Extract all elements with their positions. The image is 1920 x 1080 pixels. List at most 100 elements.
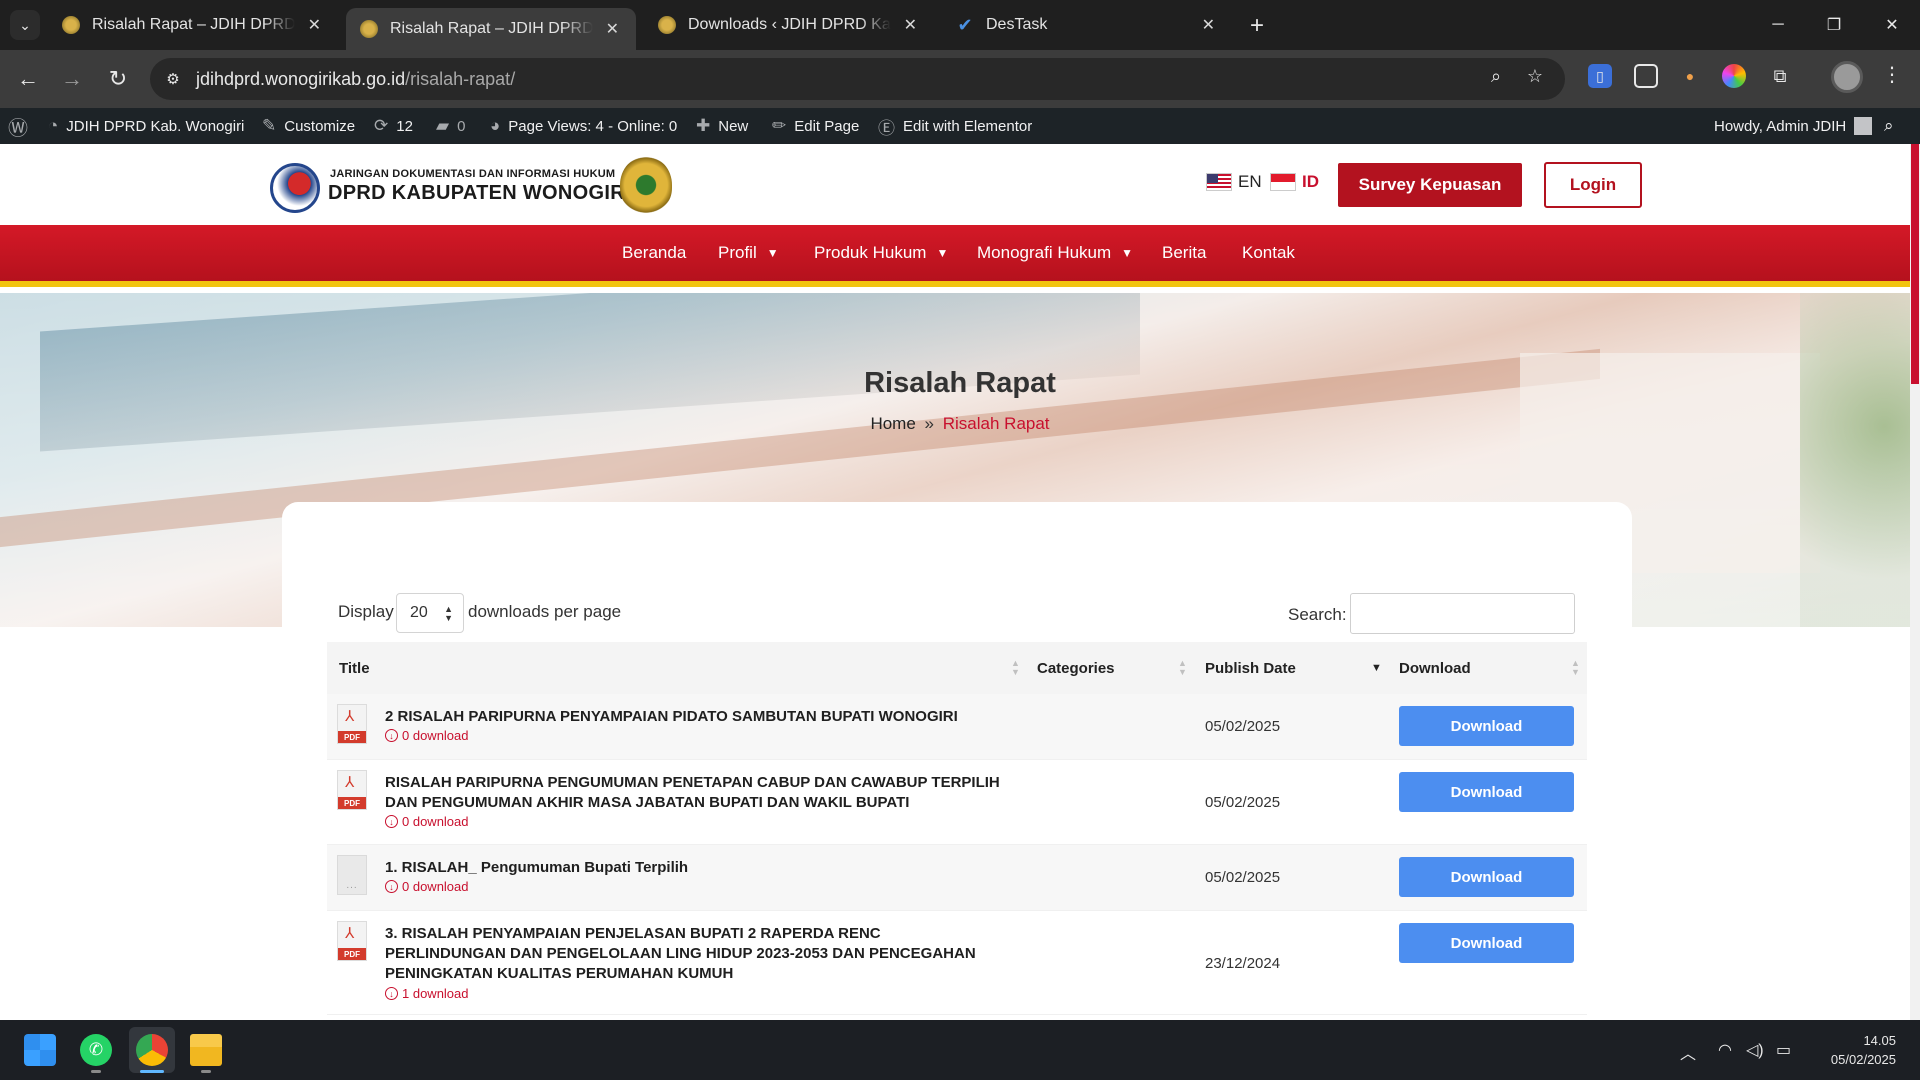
bookmark-star-icon[interactable]: ☆ — [1522, 66, 1548, 87]
wonogiri-seal-icon — [620, 156, 672, 214]
tab-search-button[interactable]: ⌄ — [10, 10, 40, 40]
browser-menu-icon[interactable]: ⋮ — [1882, 62, 1902, 87]
jdih-globe-logo-icon[interactable] — [270, 163, 320, 213]
download-count: ↓ 0 download — [385, 879, 469, 894]
browser-tab-active[interactable]: Risalah Rapat – JDIH DPRD Kab. Wonogiri … — [346, 8, 636, 50]
admin-account[interactable]: Howdy, Admin JDIH — [1714, 108, 1873, 144]
extension-color-icon[interactable] — [1722, 64, 1746, 88]
profile-avatar[interactable] — [1831, 61, 1863, 93]
nav-item-produk-hukum[interactable]: Produk Hukum ▼ — [814, 225, 948, 281]
chart-pie-icon: ◕ — [490, 116, 501, 135]
document-title-link[interactable]: 3. RISALAH PENYAMPAIAN PENJELASAN BUPATI… — [385, 924, 1005, 984]
document-title-link[interactable]: 2 RISALAH PARIPURNA PENYAMPAIAN PIDATO S… — [385, 707, 1005, 727]
nav-item-beranda[interactable]: Beranda — [622, 225, 686, 281]
download-button[interactable]: Download — [1399, 923, 1574, 963]
download-button[interactable]: Download — [1399, 706, 1574, 746]
chrome-icon[interactable] — [136, 1034, 168, 1066]
file-explorer-icon[interactable] — [190, 1034, 222, 1066]
table-row: ⅄ PDF RISALAH PARIPURNA PENGUMUMAN PENETA… — [327, 760, 1587, 845]
volume-icon[interactable]: ◁) — [1746, 1040, 1764, 1060]
zoom-icon[interactable]: ⌕ — [1483, 66, 1509, 87]
address-bar[interactable]: ⚙ jdihdprd.wonogirikab.go.id/risalah-rap… — [150, 58, 1565, 100]
extension-docs-icon[interactable]: ▯ — [1588, 64, 1612, 88]
admin-site-name[interactable]: ◔ JDIH DPRD Kab. Wonogiri — [48, 108, 244, 144]
nav-item-kontak[interactable]: Kontak — [1242, 225, 1295, 281]
admin-edit-page[interactable]: ✏ Edit Page — [772, 108, 859, 144]
close-icon[interactable]: ✕ — [603, 19, 622, 39]
taskbar-clock[interactable]: 14.05 05/02/2025 — [1800, 1031, 1896, 1069]
dashboard-icon: ◔ — [48, 116, 59, 135]
pencil-icon: ✏ — [772, 116, 787, 135]
close-icon[interactable]: ✕ — [305, 15, 324, 35]
download-button[interactable]: Download — [1399, 857, 1574, 897]
admin-comments[interactable]: ▰ 0 — [436, 108, 465, 144]
generic-file-icon: ... — [337, 855, 367, 895]
login-button[interactable]: Login — [1544, 162, 1642, 208]
logo-title[interactable]: DPRD KABUPATEN WONOGIRI — [328, 182, 631, 205]
site-favicon-icon — [658, 16, 676, 34]
reload-icon[interactable]: ↻ — [102, 63, 134, 95]
admin-updates[interactable]: ⟳ 12 — [374, 108, 413, 144]
column-title[interactable]: Title — [339, 642, 370, 694]
browser-tab[interactable]: Downloads ‹ JDIH DPRD Kab. Wonogiri ✕ — [644, 8, 934, 42]
chevron-down-icon: ▼ — [936, 246, 949, 260]
browser-tab[interactable]: ✔ DesTask ✕ — [942, 8, 1232, 42]
minimize-icon[interactable]: ─ — [1750, 0, 1806, 50]
download-count: ↓ 0 download — [385, 728, 469, 743]
breadcrumb-current: Risalah Rapat — [942, 414, 1050, 433]
elementor-icon: Ⓔ — [878, 118, 895, 138]
tab-title: Downloads ‹ JDIH DPRD Kab. Wonogiri — [688, 16, 891, 33]
download-circle-icon: ↓ — [385, 880, 398, 893]
site-info-icon[interactable]: ⚙ — [160, 66, 186, 92]
extension-window-icon[interactable] — [1634, 64, 1658, 88]
logo-tagline: JARINGAN DOKUMENTASI DAN INFORMASI HUKUM — [330, 168, 616, 180]
nav-item-berita[interactable]: Berita — [1162, 225, 1206, 281]
close-icon[interactable]: ✕ — [1199, 15, 1218, 35]
chevron-down-icon: ▼ — [1121, 246, 1134, 260]
publish-date: 05/02/2025 — [1205, 869, 1281, 886]
table-row: ⅄ PDF 3. RISALAH PENYAMPAIAN PENJELASAN B… — [327, 911, 1587, 1015]
publish-date: 23/12/2024 — [1205, 955, 1281, 972]
restore-icon[interactable]: ❐ — [1806, 0, 1862, 50]
admin-customize[interactable]: ✎ Customize — [262, 108, 355, 144]
extension-pill-icon[interactable]: ● — [1678, 64, 1702, 88]
document-title-link[interactable]: 1. RISALAH_ Pengumuman Bupati Terpilih — [385, 858, 1005, 878]
admin-page-views[interactable]: ◕ Page Views: 4 - Online: 0 — [490, 108, 677, 144]
document-title-link[interactable]: RISALAH PARIPURNA PENGUMUMAN PENETAPAN C… — [385, 773, 1005, 813]
window-close-icon[interactable]: ✕ — [1864, 0, 1920, 50]
back-icon[interactable]: ← — [12, 63, 44, 95]
browser-tab[interactable]: Risalah Rapat – JDIH DPRD Kab. Wonogiri … — [48, 8, 338, 42]
windows-taskbar — [0, 1020, 1920, 1080]
forward-icon[interactable]: → — [56, 63, 88, 95]
admin-search-icon[interactable]: ⌕ — [1884, 108, 1902, 144]
search-input[interactable] — [1350, 593, 1575, 634]
per-page-select[interactable]: 20 ▲ ▼ — [396, 593, 464, 633]
column-publish-date[interactable]: Publish Date — [1205, 642, 1296, 694]
nav-item-monografi-hukum[interactable]: Monografi Hukum ▼ — [977, 225, 1133, 281]
wordpress-logo-icon[interactable]: Ⓦ — [8, 108, 36, 144]
download-button[interactable]: Download — [1399, 772, 1574, 812]
close-icon[interactable]: ✕ — [901, 15, 920, 35]
battery-icon[interactable]: ▭ — [1776, 1040, 1791, 1060]
admin-edit-elementor[interactable]: Ⓔ Edit with Elementor — [878, 108, 1032, 144]
whatsapp-icon[interactable]: ✆ — [80, 1034, 112, 1066]
per-page-label: downloads per page — [468, 602, 622, 621]
site-header: JARINGAN DOKUMENTASI DAN INFORMASI HUKUM… — [0, 144, 1920, 225]
breadcrumb-home[interactable]: Home — [870, 414, 915, 433]
wifi-icon[interactable]: ◠ — [1718, 1040, 1732, 1060]
admin-new[interactable]: ✚ New — [696, 108, 748, 144]
language-en[interactable]: EN — [1206, 172, 1262, 192]
column-download[interactable]: Download — [1399, 642, 1471, 694]
windows-start-icon[interactable] — [24, 1034, 56, 1066]
table-row: ⅄ PDF 2 RISALAH PARIPURNA PENYAMPAIAN PID… — [327, 694, 1587, 760]
site-favicon-icon — [360, 20, 378, 38]
language-id[interactable]: ID — [1270, 172, 1319, 192]
new-tab-icon[interactable]: + — [1243, 12, 1271, 40]
nav-item-profil[interactable]: Profil ▼ — [718, 225, 779, 281]
page-scrollbar-thumb[interactable] — [1911, 144, 1919, 384]
survey-button[interactable]: Survey Kepuasan — [1338, 163, 1522, 207]
show-hidden-icons-icon[interactable]: ︿ — [1680, 1040, 1696, 1064]
extensions-puzzle-icon[interactable]: ⧉ — [1768, 64, 1792, 88]
pdf-file-icon: ⅄ PDF — [337, 704, 367, 744]
column-categories[interactable]: Categories — [1037, 642, 1115, 694]
